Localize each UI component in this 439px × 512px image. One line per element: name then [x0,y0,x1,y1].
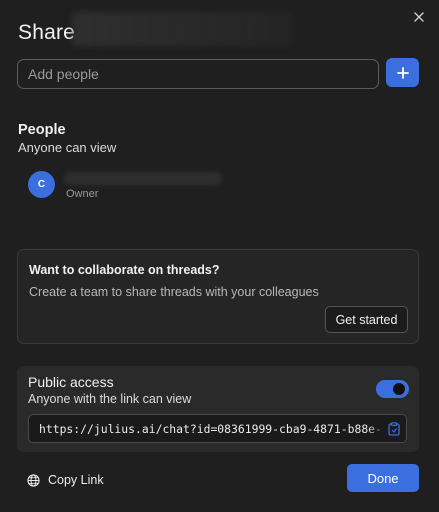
copy-link-label: Copy Link [48,473,104,487]
close-button[interactable] [408,6,430,28]
redacted-owner-name [64,172,222,185]
copy-link-icon-button[interactable] [385,420,403,438]
public-access-subtitle: Anyone with the link can view [28,392,192,406]
share-dialog: Share People Anyone can view C Owner Wan… [0,0,439,512]
done-button[interactable]: Done [347,464,419,492]
people-heading: People [18,122,66,138]
public-access-title: Public access [28,374,114,390]
globe-icon [27,473,40,487]
add-people-button[interactable] [386,58,419,87]
add-people-input[interactable] [17,59,379,89]
share-link-field[interactable]: https://julius.ai/chat?id=08361999-cba9-… [28,414,407,443]
people-visibility: Anyone can view [18,140,117,155]
copy-link-button[interactable]: Copy Link [27,470,104,490]
redacted-thread-name [72,12,292,46]
clipboard-icon [388,422,400,436]
plus-icon [396,66,409,79]
get-started-button[interactable]: Get started [325,306,408,333]
share-link-text: https://julius.ai/chat?id=08361999-cba9-… [39,422,382,436]
public-access-toggle[interactable] [376,380,409,398]
owner-role: Owner [66,188,99,200]
collaborate-title: Want to collaborate on threads? [29,263,220,277]
toggle-knob [393,383,405,395]
public-access-panel: Public access Anyone with the link can v… [17,366,419,452]
close-icon [414,12,424,22]
collaborate-card: Want to collaborate on threads? Create a… [17,249,419,344]
avatar: C [28,171,55,198]
collaborate-description: Create a team to share threads with your… [29,285,319,299]
dialog-title: Share [18,21,76,44]
